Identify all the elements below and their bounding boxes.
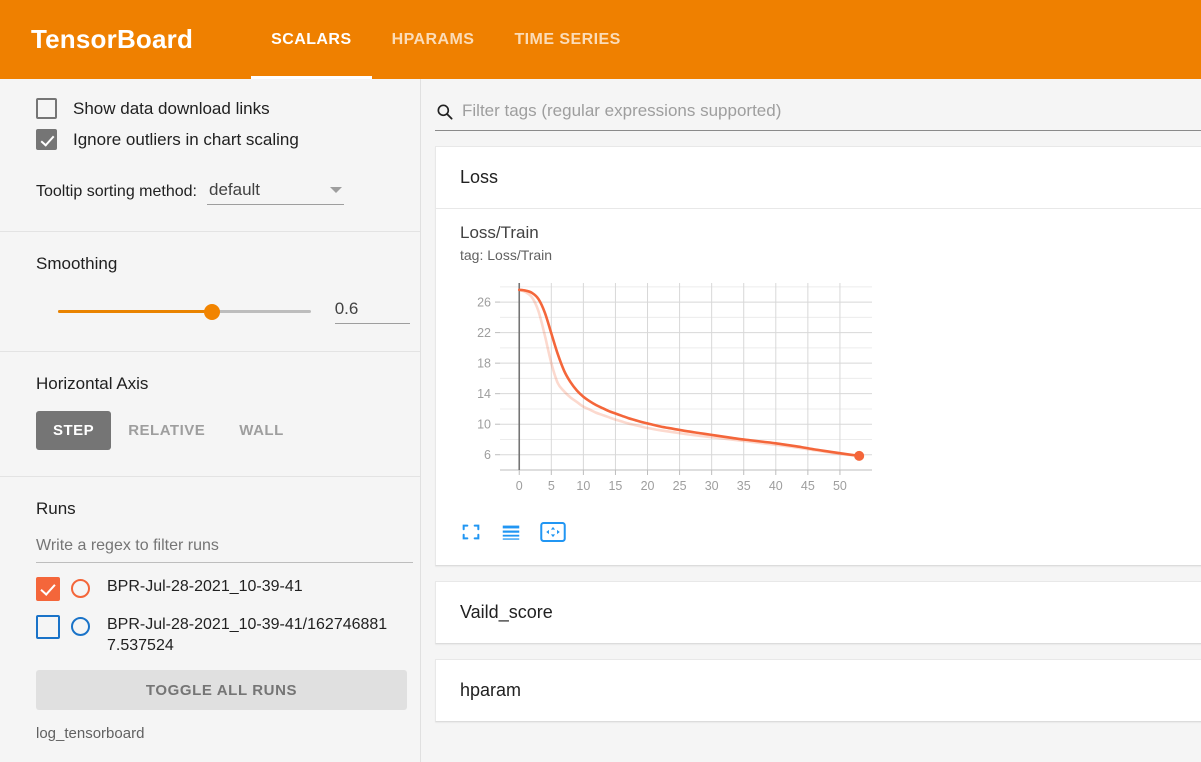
svg-text:18: 18 <box>477 357 491 371</box>
show-download-links-checkbox[interactable] <box>36 98 57 119</box>
svg-text:30: 30 <box>705 479 719 493</box>
card-title[interactable]: hparam <box>436 660 1201 721</box>
pan-mode-icon[interactable] <box>540 521 566 543</box>
svg-text:35: 35 <box>737 479 751 493</box>
run-checkbox[interactable] <box>36 615 60 639</box>
svg-text:50: 50 <box>833 479 847 493</box>
run-checkbox[interactable] <box>36 577 60 601</box>
chart-toolbar <box>436 515 1201 565</box>
runs-filter-placeholder: Write a regex to filter runs <box>36 537 219 554</box>
run-label: BPR-Jul-28-2021_10-39-41 <box>107 576 395 597</box>
runs-title: Runs <box>36 477 410 519</box>
logdir-label: log_tensorboard <box>36 725 410 742</box>
axis-mode-step[interactable]: STEP <box>36 411 111 450</box>
card-title[interactable]: Vaild_score <box>436 582 1201 643</box>
smoothing-slider-thumb[interactable] <box>204 304 220 320</box>
runs-filter-input[interactable]: Write a regex to filter runs <box>36 537 413 563</box>
toggle-all-runs-button[interactable]: TOGGLE ALL RUNS <box>36 670 407 710</box>
main-content: Filter tags (regular expressions support… <box>421 79 1201 762</box>
tab-scalars[interactable]: SCALARS <box>251 0 372 79</box>
axis-mode-relative[interactable]: RELATIVE <box>111 411 222 450</box>
data-table-icon[interactable] <box>500 521 522 543</box>
tooltip-sorting-value: default <box>209 180 260 200</box>
svg-text:20: 20 <box>641 479 655 493</box>
fit-domain-icon[interactable] <box>460 521 482 543</box>
run-item[interactable]: BPR-Jul-28-2021_10-39-41 <box>36 576 410 601</box>
tag-filter-bar[interactable]: Filter tags (regular expressions support… <box>435 101 1201 131</box>
tab-hparams[interactable]: HPARAMS <box>372 0 495 79</box>
card-loss: Loss Loss/Train tag: Loss/Train 6 10 14 18 2… <box>435 146 1201 566</box>
tag-filter-placeholder: Filter tags (regular expressions support… <box>462 101 781 121</box>
run-label: BPR-Jul-28-2021_10-39-41/1627468817.5375… <box>107 614 395 656</box>
tooltip-sorting-row: Tooltip sorting method: default <box>36 180 410 231</box>
tooltip-sorting-label: Tooltip sorting method: <box>36 183 197 205</box>
svg-text:14: 14 <box>477 387 491 401</box>
show-download-links-row[interactable]: Show data download links <box>36 93 410 124</box>
card-title[interactable]: Loss <box>436 147 1201 209</box>
svg-text:25: 25 <box>673 479 687 493</box>
scalar-plot[interactable]: 6 10 14 18 22 26 0 5 10 15 20 25 30 35 40 45 50 <box>460 275 1201 515</box>
search-icon <box>435 102 454 121</box>
horizontal-axis-section: Horizontal Axis STEP RELATIVE WALL <box>0 352 420 476</box>
card-hparam: hparam <box>435 659 1201 722</box>
card-vaild-score: Vaild_score <box>435 581 1201 644</box>
ignore-outliers-row[interactable]: Ignore outliers in chart scaling <box>36 124 410 155</box>
show-download-links-label: Show data download links <box>73 99 270 119</box>
smoothing-title: Smoothing <box>36 232 410 274</box>
runs-section: Runs Write a regex to filter runs BPR-Ju… <box>0 477 420 742</box>
ignore-outliers-label: Ignore outliers in chart scaling <box>73 130 299 150</box>
display-options-section: Show data download links Ignore outliers… <box>0 93 420 231</box>
run-color-swatch <box>71 579 90 598</box>
smoothing-value-field[interactable]: 0.6 <box>335 299 410 324</box>
svg-text:10: 10 <box>576 479 590 493</box>
svg-text:22: 22 <box>477 326 491 340</box>
svg-text:45: 45 <box>801 479 815 493</box>
main-tabs: SCALARS HPARAMS TIME SERIES <box>251 0 641 79</box>
app-title: TensorBoard <box>31 24 193 55</box>
svg-text:40: 40 <box>769 479 783 493</box>
run-color-swatch <box>71 617 90 636</box>
tab-time-series[interactable]: TIME SERIES <box>494 0 640 79</box>
svg-text:10: 10 <box>477 418 491 432</box>
settings-sidebar: Show data download links Ignore outliers… <box>0 79 421 762</box>
smoothing-section: Smoothing 0.6 <box>0 232 420 351</box>
chart-title: Loss/Train <box>460 223 1201 243</box>
tooltip-sorting-select[interactable]: default <box>207 180 344 205</box>
svg-text:26: 26 <box>477 296 491 310</box>
horizontal-axis-title: Horizontal Axis <box>36 352 410 394</box>
run-item[interactable]: BPR-Jul-28-2021_10-39-41/1627468817.5375… <box>36 614 410 656</box>
svg-text:15: 15 <box>608 479 622 493</box>
svg-text:6: 6 <box>484 448 491 462</box>
chevron-down-icon <box>330 187 342 193</box>
chart-container: Loss/Train tag: Loss/Train 6 10 14 18 22 26 0 5… <box>436 209 1201 515</box>
chart-subtitle: tag: Loss/Train <box>460 247 1201 263</box>
svg-text:5: 5 <box>548 479 555 493</box>
smoothing-slider[interactable] <box>58 304 311 320</box>
smoothing-value: 0.6 <box>335 299 359 318</box>
svg-text:0: 0 <box>516 479 523 493</box>
ignore-outliers-checkbox[interactable] <box>36 129 57 150</box>
axis-mode-wall[interactable]: WALL <box>222 411 301 450</box>
smoothing-slider-fill <box>58 310 212 313</box>
app-header: TensorBoard SCALARS HPARAMS TIME SERIES <box>0 0 1201 79</box>
